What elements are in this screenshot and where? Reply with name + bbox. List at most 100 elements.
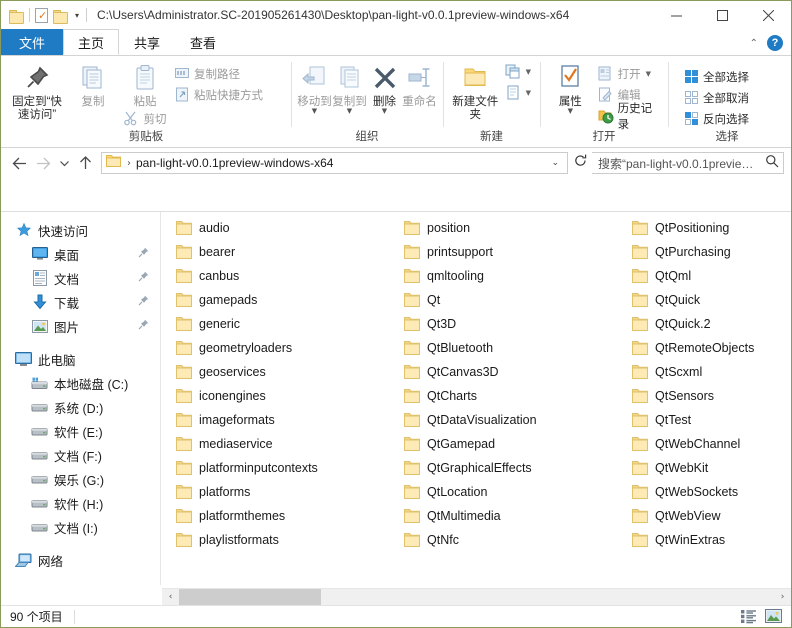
history-button[interactable]: 历史记录 [595,103,662,131]
file-item[interactable]: playlistformats [169,528,397,552]
navigation-pane[interactable]: 快速访问 桌面 文档 下载 图片 此电脑 本地磁盘 (C:) 系统 (D:) 软… [1,212,161,585]
properties-button[interactable]: 属性 ▼ [546,59,595,115]
sidebar-item-documents[interactable]: 文档 [1,266,160,290]
scrollbar-thumb[interactable] [179,588,321,606]
file-item[interactable]: geometryloaders [169,336,397,360]
tab-share[interactable]: 共享 [119,29,175,55]
sidebar-item-drive-f[interactable]: 文档 (F:) [1,443,160,467]
copy-to-chevron-down-icon[interactable]: ▼ [347,108,352,115]
file-item[interactable]: qmltooling [397,264,625,288]
file-item[interactable]: canbus [169,264,397,288]
scrollbar-track[interactable] [179,588,774,606]
tab-view[interactable]: 查看 [175,29,231,55]
sidebar-item-drive-g[interactable]: 娱乐 (G:) [1,467,160,491]
details-view-icon[interactable] [740,609,757,625]
copy-button[interactable]: 复制 [67,59,119,109]
pin-to-quick-access-button[interactable]: 固定到“快速访问” [7,59,67,122]
file-item[interactable]: QtQuick.2 [625,312,791,336]
sidebar-item-pictures[interactable]: 图片 [1,314,160,338]
copy-path-button[interactable]: 复制路径 [171,63,266,84]
file-item[interactable]: QtScxml [625,360,791,384]
qat-chevron-down-icon[interactable]: ▾ [73,11,81,20]
breadcrumb-current-folder[interactable]: pan-light-v0.0.1preview-windows-x64 [136,156,545,170]
file-item[interactable]: QtTest [625,408,791,432]
file-item[interactable]: Qt [397,288,625,312]
forward-button[interactable] [32,152,54,174]
file-item[interactable]: QtDataVisualization [397,408,625,432]
file-item[interactable]: QtPositioning [625,216,791,240]
file-item[interactable]: platforminputcontexts [169,456,397,480]
refresh-button[interactable] [570,154,590,172]
file-item[interactable]: audio [169,216,397,240]
file-item[interactable]: QtQuick [625,288,791,312]
select-all-button[interactable]: 全部选择 [680,66,752,87]
maximize-button[interactable] [699,1,745,29]
file-item[interactable]: QtWebSockets [625,480,791,504]
file-item[interactable]: imageformats [169,408,397,432]
tab-home[interactable]: 主页 [63,29,120,55]
file-list-pane[interactable]: audio bearer canbus gamepads generic geometry… [161,212,791,585]
file-item[interactable]: QtSensors [625,384,791,408]
file-item[interactable]: QtGamepad [397,432,625,456]
close-button[interactable] [745,1,791,29]
file-item[interactable]: QtLocation [397,480,625,504]
file-item[interactable]: QtWebKit [625,456,791,480]
move-to-button[interactable]: 移动到 ▼ [297,59,332,115]
file-item[interactable]: bearer [169,240,397,264]
pin-icon[interactable] [138,319,149,333]
file-item[interactable]: gamepads [169,288,397,312]
search-input[interactable]: 搜索“pan-light-v0.0.1previe… [598,155,765,172]
file-item[interactable]: mediaservice [169,432,397,456]
new-folder-button[interactable]: 新建文件夹 [449,59,502,122]
search-icon[interactable] [765,154,779,173]
file-item[interactable]: Qt3D [397,312,625,336]
file-item[interactable]: generic [169,312,397,336]
properties-chevron-down-icon[interactable]: ▼ [568,108,573,115]
file-item[interactable]: QtPurchasing [625,240,791,264]
file-item[interactable]: QtWebChannel [625,432,791,456]
collapse-ribbon-icon[interactable]: ⌃ [750,38,758,49]
easy-access-button[interactable]: ▼ [502,82,534,103]
address-chevron-down-icon[interactable]: ⌄ [545,158,565,168]
file-item[interactable]: QtWinExtras [625,528,791,552]
new-item-chevron-down-icon[interactable]: ▼ [526,68,531,76]
pin-icon[interactable] [138,295,149,309]
file-item[interactable]: QtCanvas3D [397,360,625,384]
sidebar-item-desktop[interactable]: 桌面 [1,242,160,266]
paste-shortcut-button[interactable]: 粘贴快捷方式 [171,84,266,105]
file-item[interactable]: geoservices [169,360,397,384]
file-item[interactable]: QtMultimedia [397,504,625,528]
open-button[interactable]: 打开 ▼ [595,63,662,84]
scroll-left-button[interactable]: ‹ [162,589,179,606]
file-item[interactable]: QtCharts [397,384,625,408]
move-to-chevron-down-icon[interactable]: ▼ [312,108,317,115]
help-icon[interactable]: ? [767,35,783,51]
file-item[interactable]: platformthemes [169,504,397,528]
file-item[interactable]: QtWebView [625,504,791,528]
easy-access-chevron-down-icon[interactable]: ▼ [526,89,531,97]
file-item[interactable]: QtQml [625,264,791,288]
sidebar-item-drive-e[interactable]: 软件 (E:) [1,419,160,443]
sidebar-item-network[interactable]: 网络 [1,548,160,572]
address-input[interactable]: › pan-light-v0.0.1preview-windows-x64 ⌄ [101,152,568,174]
sidebar-item-drive-h[interactable]: 软件 (H:) [1,491,160,515]
new-folder-quick-icon[interactable] [53,9,68,24]
recent-locations-button[interactable] [56,152,72,174]
sidebar-item-drive-i[interactable]: 文档 (I:) [1,515,160,539]
file-item[interactable]: platforms [169,480,397,504]
delete-button[interactable]: 删除 ▼ [367,59,402,115]
tab-file[interactable]: 文件 [1,29,64,55]
new-item-button[interactable]: ▼ [502,61,534,82]
cut-button[interactable]: 剪切 [121,108,170,129]
open-chevron-down-icon[interactable]: ▼ [646,70,651,78]
invert-selection-button[interactable]: 反向选择 [680,108,752,129]
file-item[interactable]: QtNfc [397,528,625,552]
file-item[interactable]: printsupport [397,240,625,264]
pin-icon[interactable] [138,247,149,261]
file-item[interactable]: QtRemoteObjects [625,336,791,360]
file-item[interactable]: iconengines [169,384,397,408]
sidebar-item-downloads[interactable]: 下载 [1,290,160,314]
pin-icon[interactable] [138,271,149,285]
minimize-button[interactable] [653,1,699,29]
delete-chevron-down-icon[interactable]: ▼ [382,108,387,115]
